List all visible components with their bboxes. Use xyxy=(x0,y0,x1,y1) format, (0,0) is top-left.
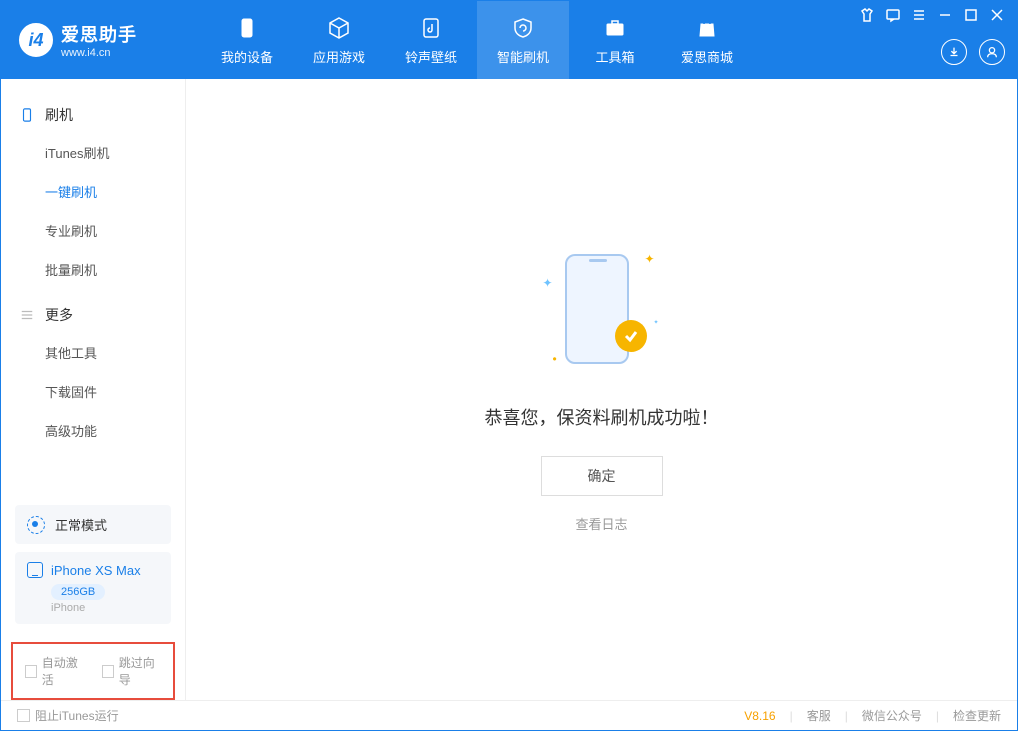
sidebar-item-oneclick[interactable]: 一键刷机 xyxy=(1,172,185,211)
sidebar-item-batch[interactable]: 批量刷机 xyxy=(1,250,185,289)
footer-link-wechat[interactable]: 微信公众号 xyxy=(862,707,922,724)
bag-icon xyxy=(694,15,720,41)
confirm-button[interactable]: 确定 xyxy=(541,456,663,496)
success-message: 恭喜您，保资料刷机成功啦！ xyxy=(485,404,719,430)
menu-icon[interactable] xyxy=(911,7,927,23)
device-mode[interactable]: 正常模式 xyxy=(15,505,171,544)
mode-icon xyxy=(27,516,45,534)
device-icon xyxy=(19,107,35,123)
sidebar-section-title: 更多 xyxy=(45,305,73,325)
logo-icon: i4 xyxy=(19,23,53,57)
device-name-label: iPhone XS Max xyxy=(51,563,141,578)
device-mode-label: 正常模式 xyxy=(55,515,107,534)
shirt-icon[interactable] xyxy=(859,7,875,23)
feedback-icon[interactable] xyxy=(885,7,901,23)
title-bar: i4 爱思助手 www.i4.cn 我的设备 应用游戏 铃声壁纸 智能刷机 工具… xyxy=(1,1,1017,79)
main-content: ✦ ✦ • ✦ 恭喜您，保资料刷机成功啦！ 确定 查看日志 xyxy=(186,79,1017,700)
nav-tab-store[interactable]: 爱思商城 xyxy=(661,1,753,79)
footer-link-service[interactable]: 客服 xyxy=(807,707,831,724)
nav-tab-flash[interactable]: 智能刷机 xyxy=(477,1,569,79)
device-storage: 256GB xyxy=(51,584,105,600)
nav-tabs: 我的设备 应用游戏 铃声壁纸 智能刷机 工具箱 爱思商城 xyxy=(201,1,753,79)
checkbox-icon xyxy=(17,709,30,722)
nav-tab-apps[interactable]: 应用游戏 xyxy=(293,1,385,79)
sidebar-item-other[interactable]: 其他工具 xyxy=(1,333,185,372)
checkbox-block-itunes[interactable]: 阻止iTunes运行 xyxy=(17,707,119,724)
music-file-icon xyxy=(418,15,444,41)
nav-tab-toolbox[interactable]: 工具箱 xyxy=(569,1,661,79)
checkbox-icon xyxy=(102,665,114,678)
close-icon[interactable] xyxy=(989,7,1005,23)
sidebar-section-title: 刷机 xyxy=(45,105,73,125)
device-type: iPhone xyxy=(51,602,159,614)
sidebar: 刷机 iTunes刷机 一键刷机 专业刷机 批量刷机 更多 其他工具 下载固件 … xyxy=(1,79,186,700)
nav-tab-ringtone[interactable]: 铃声壁纸 xyxy=(385,1,477,79)
sidebar-section-flash: 刷机 xyxy=(1,97,185,133)
success-illustration: ✦ ✦ • ✦ xyxy=(547,246,657,376)
app-subtitle: www.i4.cn xyxy=(61,47,137,59)
window-controls xyxy=(859,7,1005,23)
checkbox-icon xyxy=(25,665,37,678)
nav-tab-label: 铃声壁纸 xyxy=(405,47,457,66)
checkbox-label: 跳过向导 xyxy=(119,654,161,688)
sidebar-item-pro[interactable]: 专业刷机 xyxy=(1,211,185,250)
checkbox-skip-guide[interactable]: 跳过向导 xyxy=(102,654,161,688)
maximize-icon[interactable] xyxy=(963,7,979,23)
cube-icon xyxy=(326,15,352,41)
device-card[interactable]: iPhone XS Max 256GB iPhone xyxy=(15,552,171,624)
sidebar-item-advanced[interactable]: 高级功能 xyxy=(1,411,185,450)
user-icon[interactable] xyxy=(979,39,1005,65)
nav-tab-label: 我的设备 xyxy=(221,47,273,66)
app-title: 爱思助手 xyxy=(61,21,137,47)
checkbox-label: 阻止iTunes运行 xyxy=(35,707,119,724)
checkbox-label: 自动激活 xyxy=(42,654,84,688)
app-logo: i4 爱思助手 www.i4.cn xyxy=(1,21,201,59)
phone-icon xyxy=(234,15,260,41)
minimize-icon[interactable] xyxy=(937,7,953,23)
footer-link-update[interactable]: 检查更新 xyxy=(953,707,1001,724)
sidebar-section-more: 更多 xyxy=(1,297,185,333)
download-icon[interactable] xyxy=(941,39,967,65)
briefcase-icon xyxy=(602,15,628,41)
list-icon xyxy=(19,307,35,323)
sidebar-item-firmware[interactable]: 下载固件 xyxy=(1,372,185,411)
view-log-link[interactable]: 查看日志 xyxy=(575,514,627,533)
status-bar: 阻止iTunes运行 V8.16 | 客服 | 微信公众号 | 检查更新 xyxy=(1,700,1017,730)
check-badge-icon xyxy=(615,320,647,352)
checkbox-auto-activate[interactable]: 自动激活 xyxy=(25,654,84,688)
nav-tab-label: 工具箱 xyxy=(595,47,634,66)
refresh-shield-icon xyxy=(510,15,536,41)
nav-tab-label: 应用游戏 xyxy=(313,47,365,66)
nav-tab-device[interactable]: 我的设备 xyxy=(201,1,293,79)
nav-tab-label: 爱思商城 xyxy=(681,47,733,66)
options-highlight: 自动激活 跳过向导 xyxy=(11,642,175,700)
version-label: V8.16 xyxy=(744,709,775,723)
sidebar-item-itunes[interactable]: iTunes刷机 xyxy=(1,133,185,172)
phone-small-icon xyxy=(27,562,43,578)
nav-tab-label: 智能刷机 xyxy=(497,47,549,66)
